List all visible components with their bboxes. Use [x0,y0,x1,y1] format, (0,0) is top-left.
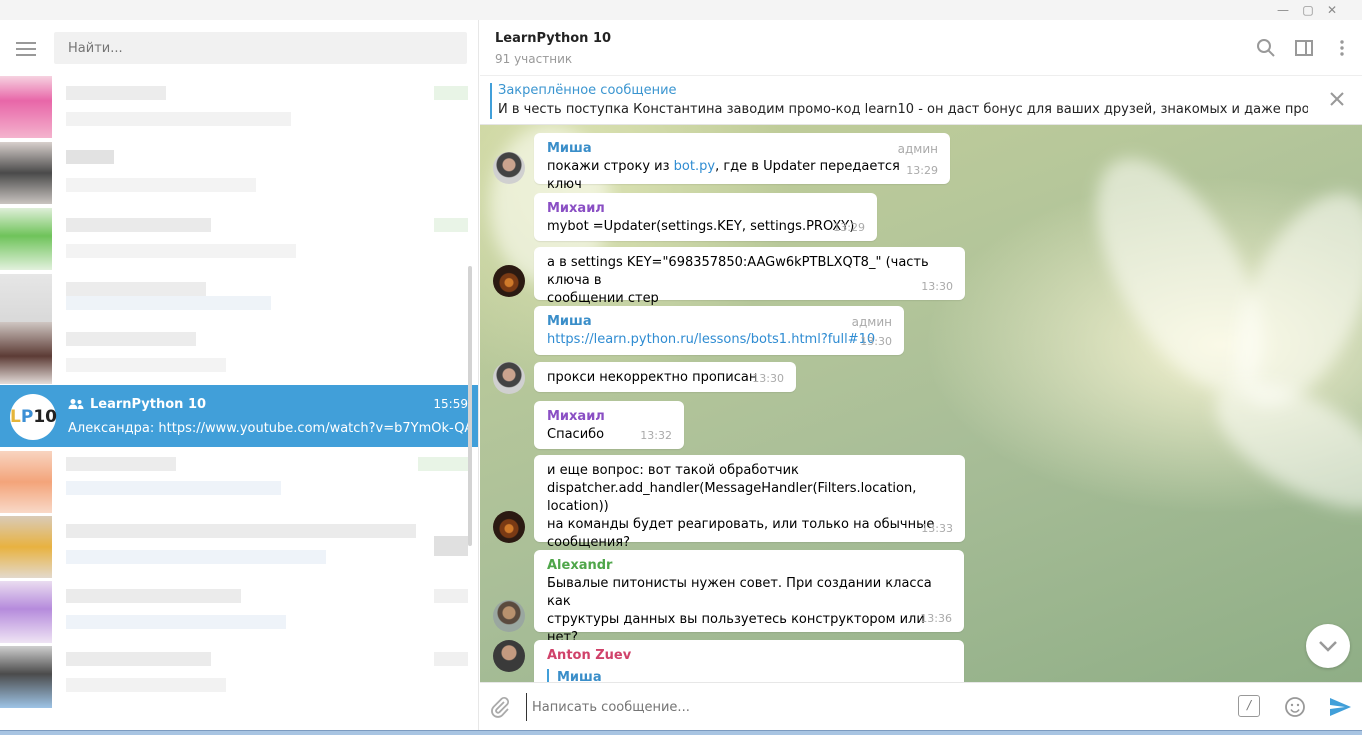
group-icon [68,399,84,409]
chat-list-item[interactable] [0,76,478,138]
close-icon[interactable] [1326,88,1348,110]
chat-panel: LearnPython 10 91 участник Закреплённое … [480,20,1362,730]
chat-list-item[interactable] [0,142,478,204]
message-time: 13:36 [920,612,952,625]
chat-background: Миша админ покажи строку из bot.py, где … [480,125,1362,682]
message-link[interactable]: https://learn.python.ru/lessons/bots1.ht… [547,332,875,347]
message-text: покажи строку из [547,159,674,174]
message-link[interactable]: bot.py [674,159,715,174]
message-text: Спасибо [547,427,605,442]
message-text: на команды будет реагировать, или только… [547,517,935,532]
message-sender[interactable]: Миша [547,313,892,331]
message-time: 13:29 [833,221,865,234]
chevron-down-icon [1319,641,1337,652]
emoji-icon[interactable] [1283,695,1307,719]
message-time: 13:30 [921,280,953,293]
avatar-number: 10 [33,407,57,427]
os-taskbar [0,730,1362,735]
avatar[interactable] [493,600,525,632]
search-input[interactable] [54,32,467,64]
avatar-letter-l: L [10,407,21,427]
menu-icon[interactable] [16,42,36,56]
chat-list-preview: Александра: https://www.youtube.com/watc… [68,421,468,436]
sidebar-toggle-icon[interactable] [1293,37,1315,59]
pinned-message[interactable]: Закреплённое сообщение И в честь поступк… [480,75,1362,125]
message-text: сообщении стер [547,291,659,306]
message-bubble[interactable]: и еще вопрос: вот такой обработчик dispa… [534,455,965,550]
pinned-accent-bar [490,83,492,119]
avatar[interactable] [493,152,525,184]
chat-list-item[interactable] [0,581,478,643]
message-text: dispatcher.add_handler(MessageHandler(Fi… [547,481,917,514]
members-count: 91 участник [495,52,573,66]
chat-list: LP10 LearnPython 10 15:59 Александра: ht… [0,76,478,730]
paperclip-icon[interactable] [488,695,512,719]
more-vertical-icon[interactable] [1331,37,1353,59]
message-input[interactable] [526,693,1206,721]
message-composer: / [480,682,1362,730]
admin-badge: админ [897,142,938,156]
avatar-letter-p: P [20,407,34,427]
message-time: 13:30 [752,372,784,385]
message-bubble[interactable]: Михаил Спасибо 13:32 [534,401,684,449]
admin-badge: админ [851,315,892,329]
message-text: mybot =Updater(settings.KEY, settings.PR… [547,219,855,234]
chat-list-item[interactable] [0,208,478,270]
chat-avatar: LP10 [10,394,57,440]
message-sender[interactable]: Михаил [547,200,865,218]
maximize-button[interactable]: ▢ [1298,1,1318,19]
message-sender[interactable]: Anton Zuev [547,647,952,665]
sidebar: LP10 LearnPython 10 15:59 Александра: ht… [0,20,479,730]
title-bar: — ▢ ✕ [0,0,1362,20]
message-bubble[interactable]: Anton Zuev Миша [534,640,964,682]
avatar[interactable] [493,511,525,543]
message-time: 13:29 [906,164,938,177]
command-icon[interactable]: / [1238,695,1260,717]
message-text: и еще вопрос: вот такой обработчик [547,463,799,478]
search-icon[interactable] [1255,37,1277,59]
message-text: Бывалые питонисты нужен совет. При созда… [547,576,932,609]
pinned-title: Закреплённое сообщение [498,83,677,98]
chat-list-item[interactable] [0,646,478,708]
message-time: 13:32 [640,429,672,442]
message-text: прокси некорректно прописан [547,370,758,385]
message-bubble[interactable]: Alexandr Бывалые питонисты нужен совет. … [534,550,964,645]
message-bubble[interactable]: Миша админ https://learn.python.ru/lesso… [534,306,904,355]
scroll-down-button[interactable] [1306,624,1350,668]
sidebar-scrollbar[interactable] [468,266,472,546]
avatar[interactable] [493,640,525,672]
send-icon[interactable] [1328,695,1352,719]
quote-sender: Миша [557,670,602,682]
message-text: сообщения? [547,535,630,550]
telegram-window: — ▢ ✕ Найти... LP10 LearnPython 10 15:59… [0,0,1362,735]
message-text: а в settings KEY="698357850:AAGw6kPTBLXQ… [547,255,929,288]
message-bubble[interactable]: Михаил mybot =Updater(settings.KEY, sett… [534,193,877,241]
message-sender[interactable]: Михаил [547,408,672,426]
close-window-button[interactable]: ✕ [1322,1,1342,19]
chat-list-item[interactable] [0,516,478,578]
chat-list-title: LearnPython 10 [90,397,207,412]
message-bubble[interactable]: прокси некорректно прописан 13:30 [534,362,796,392]
chat-list-item-active[interactable]: LP10 LearnPython 10 15:59 Александра: ht… [0,385,478,447]
message-sender[interactable]: Alexandr [547,557,952,575]
message-sender[interactable]: Миша [547,140,938,158]
chat-list-item[interactable] [0,451,478,513]
message-bubble[interactable]: Миша админ покажи строку из bot.py, где … [534,133,950,192]
chat-list-item[interactable] [0,322,478,384]
chat-header: LearnPython 10 91 участник [480,20,1362,75]
minimize-button[interactable]: — [1273,1,1293,19]
message-time: 13:33 [921,522,953,535]
message-time: 13:30 [860,335,892,348]
chat-list-time: 15:59 [433,397,468,411]
pinned-text: И в честь поступка Константина заводим п… [498,102,1308,117]
avatar[interactable] [493,362,525,394]
avatar[interactable] [493,265,525,297]
reply-quote[interactable]: Миша [547,669,952,682]
chat-title[interactable]: LearnPython 10 [495,31,611,46]
message-bubble[interactable]: а в settings KEY="698357850:AAGw6kPTBLXQ… [534,247,965,306]
